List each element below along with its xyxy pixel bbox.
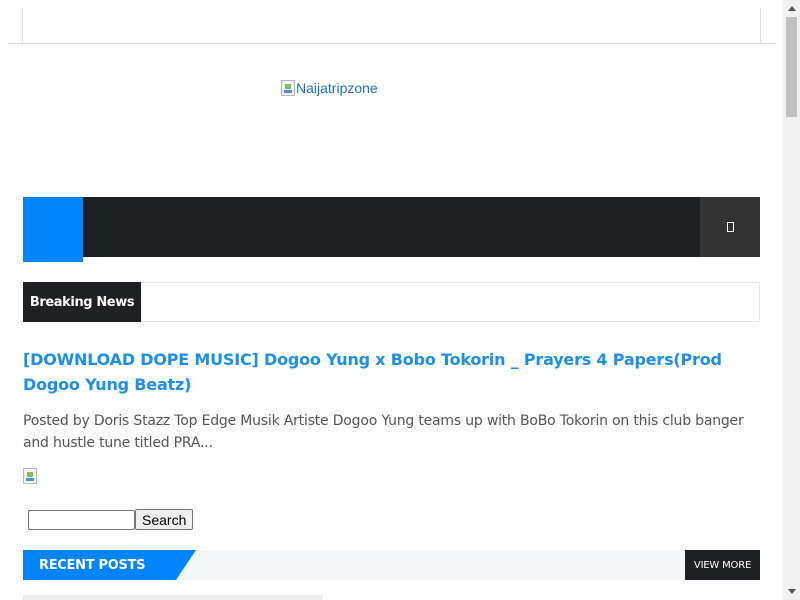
search-input[interactable] xyxy=(28,509,135,530)
search-toggle-button[interactable] xyxy=(700,197,760,257)
chevron-up-icon xyxy=(787,6,796,11)
recent-posts-label: RECENT POSTS xyxy=(23,550,196,580)
recent-post-placeholder xyxy=(23,595,323,600)
breaking-news-bar: Breaking News xyxy=(23,282,760,322)
logo-alt-text: Naijatripzone xyxy=(296,80,378,96)
article-image[interactable] xyxy=(23,468,38,488)
recent-posts-header: RECENT POSTS VIEW MORE xyxy=(23,550,760,580)
scroll-thumb[interactable] xyxy=(786,17,797,117)
breaking-news-label: Breaking News xyxy=(23,282,141,322)
article-title-link[interactable]: [DOWNLOAD DOPE MUSIC] Dogoo Yung x Bobo … xyxy=(23,347,763,397)
broken-image-icon xyxy=(23,468,37,484)
main-navbar xyxy=(23,197,760,262)
vertical-scrollbar[interactable] xyxy=(783,0,800,600)
view-more-button[interactable]: VIEW MORE xyxy=(685,550,760,580)
site-logo[interactable]: Naijatripzone xyxy=(281,80,378,96)
search-icon xyxy=(726,222,734,232)
article-excerpt: Posted by Doris Stazz Top Edge Musik Art… xyxy=(23,413,744,451)
chevron-down-icon xyxy=(787,589,796,594)
broken-image-icon xyxy=(281,80,295,96)
scroll-down-button[interactable] xyxy=(783,583,800,600)
top-strip xyxy=(8,0,776,44)
home-button[interactable] xyxy=(23,197,83,262)
search-form: Search xyxy=(28,509,194,530)
top-strip-inner xyxy=(22,8,761,44)
search-button[interactable]: Search xyxy=(135,509,194,530)
scroll-up-button[interactable] xyxy=(783,0,800,17)
